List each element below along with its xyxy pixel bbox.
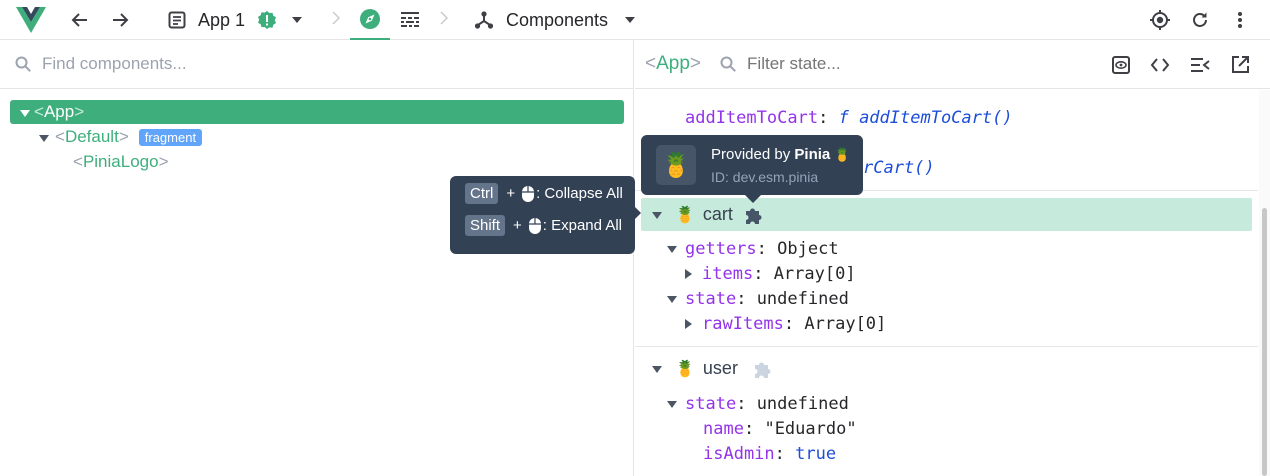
target-icon xyxy=(1149,9,1171,31)
collapse-expand-tooltip: Ctrl + : Collapse All Shift + : Expand A… xyxy=(450,176,641,254)
inspector-header: <App> xyxy=(635,40,1270,89)
tree-node-label: PiniaLogo xyxy=(82,152,159,171)
show-in-page-button[interactable] xyxy=(1111,55,1131,75)
component-tree-pane: <App> <Default> fragment <PiniaLogo> xyxy=(0,40,634,476)
store-cart-header[interactable]: 🍍 cart xyxy=(641,198,1252,231)
scrollbar[interactable] xyxy=(1259,90,1270,476)
find-components-input[interactable] xyxy=(42,54,602,74)
provided-by-tooltip: 🍍 Provided by Pinia 🍍 ID: dev.esm.pinia xyxy=(641,135,863,203)
pinia-logo: 🍍 xyxy=(661,151,691,179)
state-row-isAdmin[interactable]: isAdmin: true xyxy=(703,444,836,464)
flatten-button[interactable] xyxy=(1190,56,1210,74)
plugin-id: ID: dev.esm.pinia xyxy=(711,169,819,185)
inspect-source-button[interactable] xyxy=(1150,56,1170,74)
app-name: App 1 xyxy=(198,9,246,30)
search-icon xyxy=(719,55,737,73)
compass-icon xyxy=(359,8,381,30)
chevron-down-icon xyxy=(624,16,636,24)
more-menu-button[interactable] xyxy=(1226,0,1254,40)
state-inspector-pane: <App> addItemTo xyxy=(635,40,1270,476)
tag-bracket: < xyxy=(55,127,65,146)
pinia-emoji-icon: 🍍 xyxy=(675,360,695,378)
puzzle-icon[interactable] xyxy=(752,358,774,380)
state-row-state[interactable]: state: undefined xyxy=(667,289,849,309)
warning-badge-icon xyxy=(257,10,277,30)
shift-key: Shift xyxy=(465,215,506,236)
tag-bracket: > xyxy=(158,152,169,171)
collapse-caret-icon[interactable] xyxy=(20,102,30,122)
app-selector[interactable]: App 1 xyxy=(160,0,310,40)
state-row-rawItems[interactable]: rawItems: Array[0] xyxy=(685,314,886,334)
tab-inspector[interactable] xyxy=(350,0,390,40)
vue-logo-icon[interactable] xyxy=(14,0,48,40)
tree-node-app[interactable]: < App > xyxy=(10,100,624,124)
tag-bracket: > xyxy=(74,102,85,121)
tree-node-label: App xyxy=(43,102,75,121)
state-row-state[interactable]: state: undefined xyxy=(667,394,849,414)
tree-node-label: Default xyxy=(64,127,119,146)
tree-node-pinialogo[interactable]: < PiniaLogo > xyxy=(73,150,169,174)
tooltip-arrow xyxy=(745,195,761,203)
timeline-icon xyxy=(400,11,420,29)
tooltip-arrow xyxy=(635,207,641,219)
open-external-icon xyxy=(1230,55,1250,75)
flatten-icon xyxy=(1190,56,1210,74)
pinia-logo-box: 🍍 xyxy=(656,145,696,185)
app-window-icon xyxy=(168,11,186,29)
chevron-right-icon xyxy=(440,10,448,26)
collapse-hint: Ctrl + : Collapse All xyxy=(465,183,623,204)
arrow-right-icon[interactable] xyxy=(106,0,134,40)
eye-icon xyxy=(1111,55,1131,75)
collapse-caret-icon[interactable] xyxy=(39,127,49,147)
state-row-addItemToCart: addItemToCart: f addItemToCart() xyxy=(685,108,1013,128)
search-icon xyxy=(14,55,32,73)
mouse-icon xyxy=(521,185,535,203)
puzzle-icon[interactable] xyxy=(743,204,765,226)
store-name: cart xyxy=(702,204,733,224)
divider xyxy=(635,346,1258,347)
component-search xyxy=(0,40,633,89)
view-label: Components xyxy=(506,9,609,30)
pinia-emoji-icon: 🍍 xyxy=(675,206,695,224)
collapse-caret-icon[interactable] xyxy=(652,206,662,224)
view-selector[interactable]: Components xyxy=(466,0,644,40)
arrow-left-icon[interactable] xyxy=(66,0,94,40)
scrollbar-thumb[interactable] xyxy=(1262,208,1267,476)
more-vertical-icon xyxy=(1237,11,1243,29)
collapse-caret-icon[interactable] xyxy=(652,360,662,378)
ctrl-key: Ctrl xyxy=(465,183,499,204)
tree-node-default[interactable]: < Default > fragment xyxy=(34,125,203,149)
mouse-icon xyxy=(528,217,542,235)
provided-by-line: Provided by Pinia 🍍 xyxy=(711,146,851,163)
chevron-right-icon xyxy=(332,10,340,26)
filter-state-input[interactable] xyxy=(747,54,1088,74)
store-user-header[interactable]: 🍍 user xyxy=(641,352,1252,385)
expand-hint: Shift + : Expand All xyxy=(465,215,622,236)
open-in-editor-button[interactable] xyxy=(1230,55,1250,75)
tab-timeline[interactable] xyxy=(396,0,424,40)
tag-bracket: < xyxy=(73,152,83,171)
component-tree-icon xyxy=(474,10,494,30)
state-row-items[interactable]: items: Array[0] xyxy=(685,264,856,284)
top-toolbar: App 1 Components xyxy=(0,0,1270,40)
state-row-getters[interactable]: getters: Object xyxy=(667,239,839,259)
chevron-down-icon xyxy=(291,16,303,24)
select-component-button[interactable] xyxy=(1146,0,1174,40)
tag-bracket: > xyxy=(118,127,129,146)
selected-component-title: <App> xyxy=(645,53,702,74)
refresh-icon xyxy=(1191,11,1209,29)
store-name: user xyxy=(702,358,738,378)
tag-bracket: < xyxy=(34,102,44,121)
state-row-clearCart: rCart() xyxy=(863,158,935,178)
refresh-button[interactable] xyxy=(1186,0,1214,40)
code-icon xyxy=(1150,56,1170,74)
state-row-name[interactable]: name: "Eduardo" xyxy=(703,419,857,439)
fragment-badge: fragment xyxy=(138,128,203,146)
